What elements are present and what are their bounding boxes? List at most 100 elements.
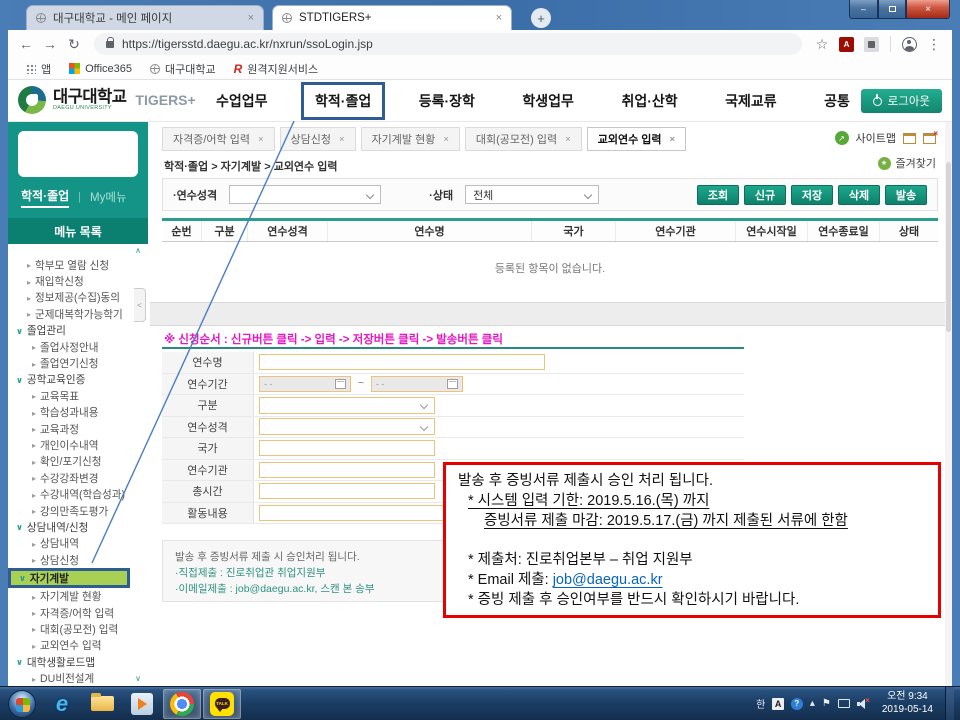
sitemap-label[interactable]: 사이트맵 bbox=[856, 130, 896, 146]
university-logo[interactable]: 대구대학교 DAEGU UNIVERSITY TIGERS+ bbox=[18, 86, 196, 114]
workspace-tab[interactable]: 대회(공모전) 입력 × bbox=[465, 127, 582, 151]
bookmark-daegu-univ[interactable]: 대구대학교 bbox=[143, 61, 223, 77]
global-nav-item[interactable]: 국제교류 bbox=[725, 91, 777, 111]
sidebar-menu-item[interactable]: 상담신청 bbox=[8, 552, 148, 568]
end-date-input[interactable]: - - bbox=[371, 376, 463, 392]
sidebar-menu-item[interactable]: 공학교육인증 bbox=[8, 372, 148, 388]
taskbar-chrome[interactable] bbox=[163, 689, 201, 719]
sidebar-tab-mymenu[interactable]: My메뉴 bbox=[90, 189, 127, 205]
email-link[interactable]: job@daegu.ac.kr bbox=[553, 572, 663, 588]
scroll-up-icon[interactable]: ∧ bbox=[135, 246, 141, 255]
country-input[interactable] bbox=[259, 440, 435, 456]
workspace-tab[interactable]: 자기계발 현황 × bbox=[361, 127, 460, 151]
sidebar-menu-item[interactable]: 교육과정 bbox=[8, 421, 148, 437]
browser-tab-inactive[interactable]: 대구대학교 - 메인 페이지 × bbox=[26, 5, 264, 30]
close-icon[interactable]: × bbox=[669, 134, 675, 145]
action-center-flag-icon[interactable]: ⚑ bbox=[822, 698, 831, 709]
close-windows-icon[interactable] bbox=[923, 133, 936, 144]
workspace-tab[interactable]: 상담신청 × bbox=[280, 127, 356, 151]
sidebar-menu-item[interactable]: 자기계발 bbox=[8, 568, 130, 588]
sidebar-menu-item[interactable]: 자기계발 현황 bbox=[8, 588, 148, 604]
profile-icon[interactable] bbox=[902, 37, 917, 52]
sidebar-menu-item[interactable]: 졸업사정안내 bbox=[8, 339, 148, 355]
sidebar-menu-item[interactable]: 수강강좌변경 bbox=[8, 470, 148, 486]
favorites-button[interactable]: ★ 즐겨찾기 bbox=[878, 155, 936, 171]
sidebar-menu-item[interactable]: 상담내역/신청 bbox=[8, 519, 148, 535]
bookmark-office365[interactable]: Office365 bbox=[62, 63, 139, 75]
action-button[interactable]: 삭제 bbox=[838, 185, 880, 205]
sidebar-menu-item[interactable]: 학부모 열람 신청 bbox=[8, 257, 148, 273]
sidebar-menu-item[interactable]: 재입학신청 bbox=[8, 273, 148, 289]
sidebar-menu-item[interactable]: 확인/포기신청 bbox=[8, 454, 148, 470]
sidebar-menu-item[interactable]: 수강내역(학습성과) bbox=[8, 486, 148, 502]
workspace-tab[interactable]: 교외연수 입력 × bbox=[587, 127, 686, 151]
scrollbar-thumb[interactable] bbox=[946, 162, 951, 332]
institution-input[interactable] bbox=[259, 462, 435, 478]
sidebar-menu-item[interactable]: 학습성과내용 bbox=[8, 405, 148, 421]
help-tray-icon[interactable]: ? bbox=[791, 698, 803, 710]
global-nav-item[interactable]: 수업업무 bbox=[216, 91, 268, 111]
training-type-form-select[interactable] bbox=[259, 418, 435, 435]
browser-tab-active[interactable]: STDTIGERS+ × bbox=[272, 5, 512, 30]
training-type-select[interactable] bbox=[229, 185, 381, 204]
sidebar-menu-item[interactable]: 정보제공(수집)동의 bbox=[8, 290, 148, 306]
sidebar-menu-item[interactable]: 교외연수 입력 bbox=[8, 638, 148, 654]
sidebar-menu-item[interactable]: 자격증/어학 입력 bbox=[8, 605, 148, 621]
training-name-input[interactable] bbox=[259, 354, 545, 370]
close-icon[interactable]: × bbox=[565, 134, 571, 145]
close-icon[interactable]: × bbox=[248, 12, 254, 24]
show-desktop-button[interactable] bbox=[945, 687, 954, 720]
sidebar-menu-item[interactable]: 졸업연기신청 bbox=[8, 355, 148, 371]
maximize-button[interactable] bbox=[878, 0, 906, 19]
bookmark-star-icon[interactable]: ☆ bbox=[810, 32, 834, 56]
ime-english-indicator[interactable]: A bbox=[772, 698, 784, 710]
sidebar-collapse-handle[interactable]: < bbox=[134, 288, 146, 322]
global-nav-item[interactable]: 등록·장학 bbox=[419, 91, 475, 111]
browser-menu-icon[interactable]: ⋮ bbox=[922, 32, 946, 56]
sidebar-menu-item[interactable]: 상담내역 bbox=[8, 536, 148, 552]
reload-icon[interactable]: ↻ bbox=[62, 32, 86, 56]
start-date-input[interactable]: - - bbox=[259, 376, 351, 392]
forward-icon[interactable]: → bbox=[38, 32, 62, 56]
global-nav-item[interactable]: 학적·졸업 bbox=[315, 91, 371, 111]
close-icon[interactable]: × bbox=[339, 134, 345, 145]
close-icon[interactable]: × bbox=[443, 134, 449, 145]
vertical-scrollbar[interactable] bbox=[945, 122, 952, 686]
action-button[interactable]: 신규 bbox=[744, 185, 786, 205]
sidebar-tab-hakjeok[interactable]: 학적·졸업 bbox=[21, 187, 69, 208]
global-nav-item[interactable]: 공통 bbox=[824, 91, 850, 111]
calendar-icon[interactable] bbox=[447, 379, 458, 389]
sidebar-menu-item[interactable]: 강의만족도평가 bbox=[8, 503, 148, 519]
close-window-button[interactable]: × bbox=[906, 0, 950, 19]
sidebar-menu-item[interactable]: 졸업관리 bbox=[8, 323, 148, 339]
new-tab-button[interactable]: + bbox=[531, 8, 551, 28]
taskbar-explorer[interactable] bbox=[83, 689, 121, 719]
global-nav-item[interactable]: 학생업무 bbox=[522, 91, 574, 111]
open-window-icon[interactable] bbox=[903, 133, 916, 144]
ime-korean-indicator[interactable]: 한 bbox=[756, 696, 765, 711]
workspace-tab[interactable]: 자격증/어학 입력 × bbox=[162, 127, 275, 151]
display-tray-icon[interactable] bbox=[838, 699, 850, 708]
bookmark-remote-support[interactable]: R 원격지원서비스 bbox=[227, 61, 326, 77]
taskbar-clock[interactable]: 오전 9:34 2019-05-14 bbox=[882, 691, 933, 716]
calendar-icon[interactable] bbox=[335, 379, 346, 389]
start-button[interactable] bbox=[3, 689, 41, 719]
minimize-button[interactable]: – bbox=[849, 0, 878, 19]
hidden-icons-chevron[interactable]: ▴ bbox=[810, 698, 815, 709]
sidebar-menu-item[interactable]: 대학생활로드맵 bbox=[8, 654, 148, 670]
sidebar-menu-item[interactable]: 교육목표 bbox=[8, 388, 148, 404]
action-button[interactable]: 저장 bbox=[791, 185, 833, 205]
bookmark-apps[interactable]: 앱 bbox=[18, 61, 58, 77]
category-select[interactable] bbox=[259, 397, 435, 414]
close-icon[interactable]: × bbox=[496, 12, 502, 24]
sidebar-menu-item[interactable]: DU비전설계 bbox=[8, 670, 148, 686]
taskbar-kakaotalk[interactable]: TALK bbox=[203, 689, 241, 719]
sidebar-menu-item[interactable]: 개인이수내역 bbox=[8, 437, 148, 453]
extension-icon[interactable] bbox=[864, 37, 879, 52]
sidebar-menu-item[interactable]: 군제대복학가능학기 bbox=[8, 306, 148, 322]
sidebar-menu-item[interactable]: 대회(공모전) 입력 bbox=[8, 621, 148, 637]
global-nav-item[interactable]: 취업·산학 bbox=[621, 91, 677, 111]
taskbar-media-player[interactable] bbox=[123, 689, 161, 719]
action-button[interactable]: 조회 bbox=[697, 185, 739, 205]
logout-button[interactable]: 로그아웃 bbox=[861, 89, 942, 113]
